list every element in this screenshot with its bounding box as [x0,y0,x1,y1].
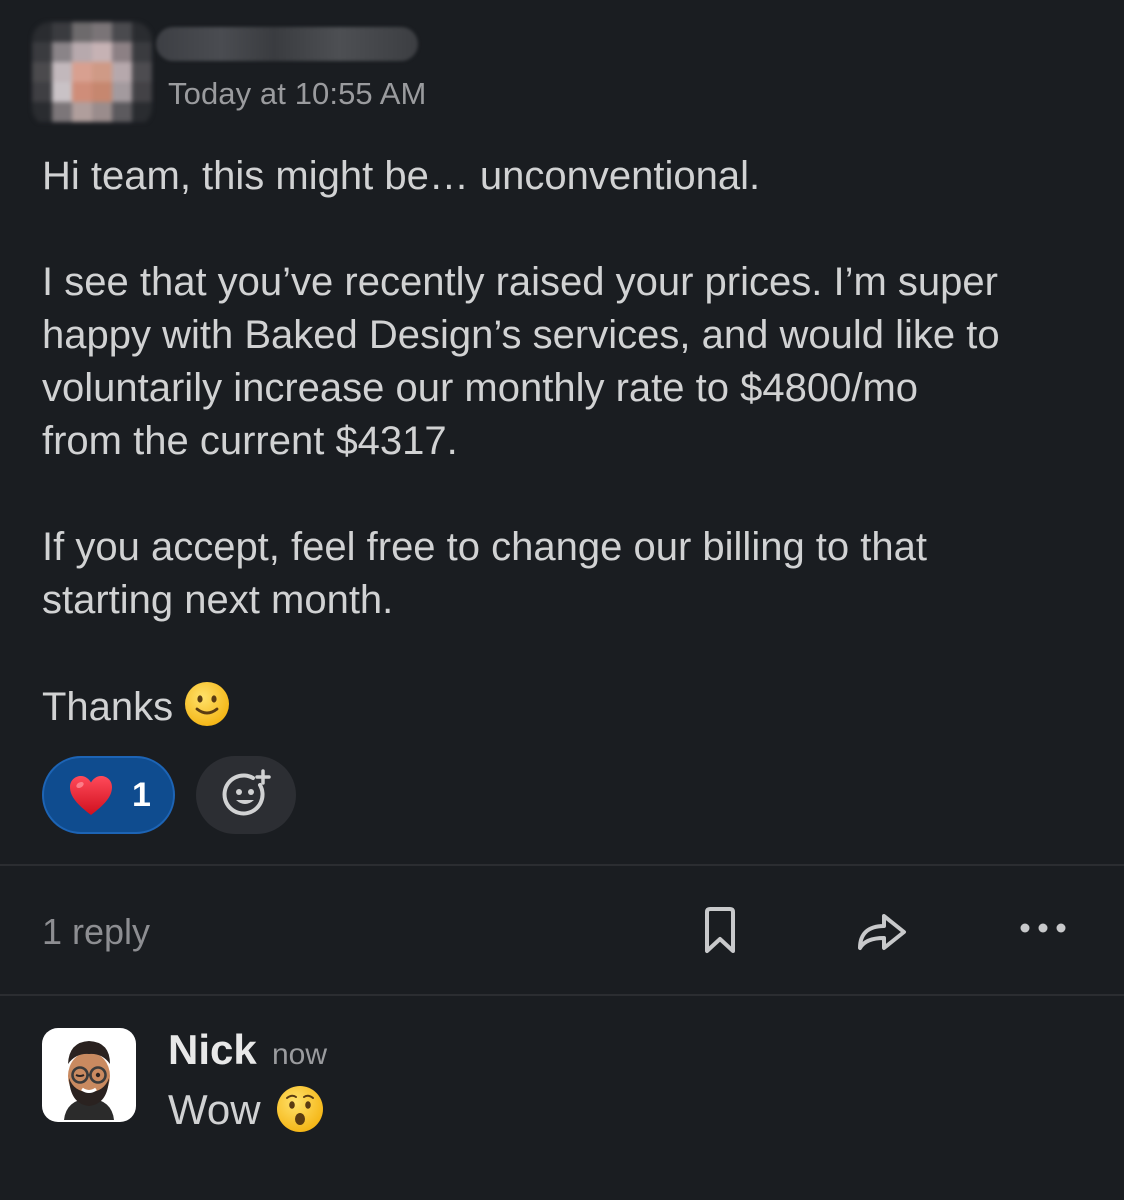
message-paragraph: I see that you’ve recently raised your p… [42,260,1000,463]
reaction-heart-button[interactable]: 1 [42,756,175,834]
author-avatar-redacted[interactable] [32,22,152,126]
slightly-smiling-face-icon [185,682,230,726]
slack-thread-screen: Today at 10:55 AM Hi team, this might be… [0,0,1124,1200]
add-reaction-icon [222,769,271,816]
reaction-count: 1 [132,776,151,814]
bookmark-icon[interactable] [700,906,740,956]
message-closing-line: Thanks [42,680,1102,734]
message-timestamp: Today at 10:55 AM [168,76,427,111]
more-icon[interactable] [1018,918,1068,938]
hushed-face-icon [276,1086,323,1132]
reply-author-name[interactable]: Nick [168,1026,257,1074]
reply-avatar[interactable] [42,1028,136,1122]
share-icon[interactable] [854,906,910,956]
memoji-avatar-icon [64,1041,114,1120]
message-paragraph: Hi team, this might be… unconventional. [42,154,761,198]
message-paragraph: If you accept, feel free to change our b… [42,525,927,622]
reply-count-link[interactable]: 1 reply [42,911,150,953]
reply-message: Nick now Wow [0,996,1124,1200]
author-name-redacted[interactable] [156,27,418,61]
message-closing: Thanks [42,685,174,729]
reply-text-content: Wow [168,1086,261,1133]
red-heart-icon [70,776,112,815]
add-reaction-button[interactable] [196,756,296,834]
message-header: Today at 10:55 AM [0,0,1124,140]
thread-action-bar: 1 reply [0,866,1124,994]
reply-text: Wow [168,1084,325,1134]
message-body: Hi team, this might be… unconventional. … [42,150,1102,734]
reply-timestamp: now [272,1038,328,1071]
